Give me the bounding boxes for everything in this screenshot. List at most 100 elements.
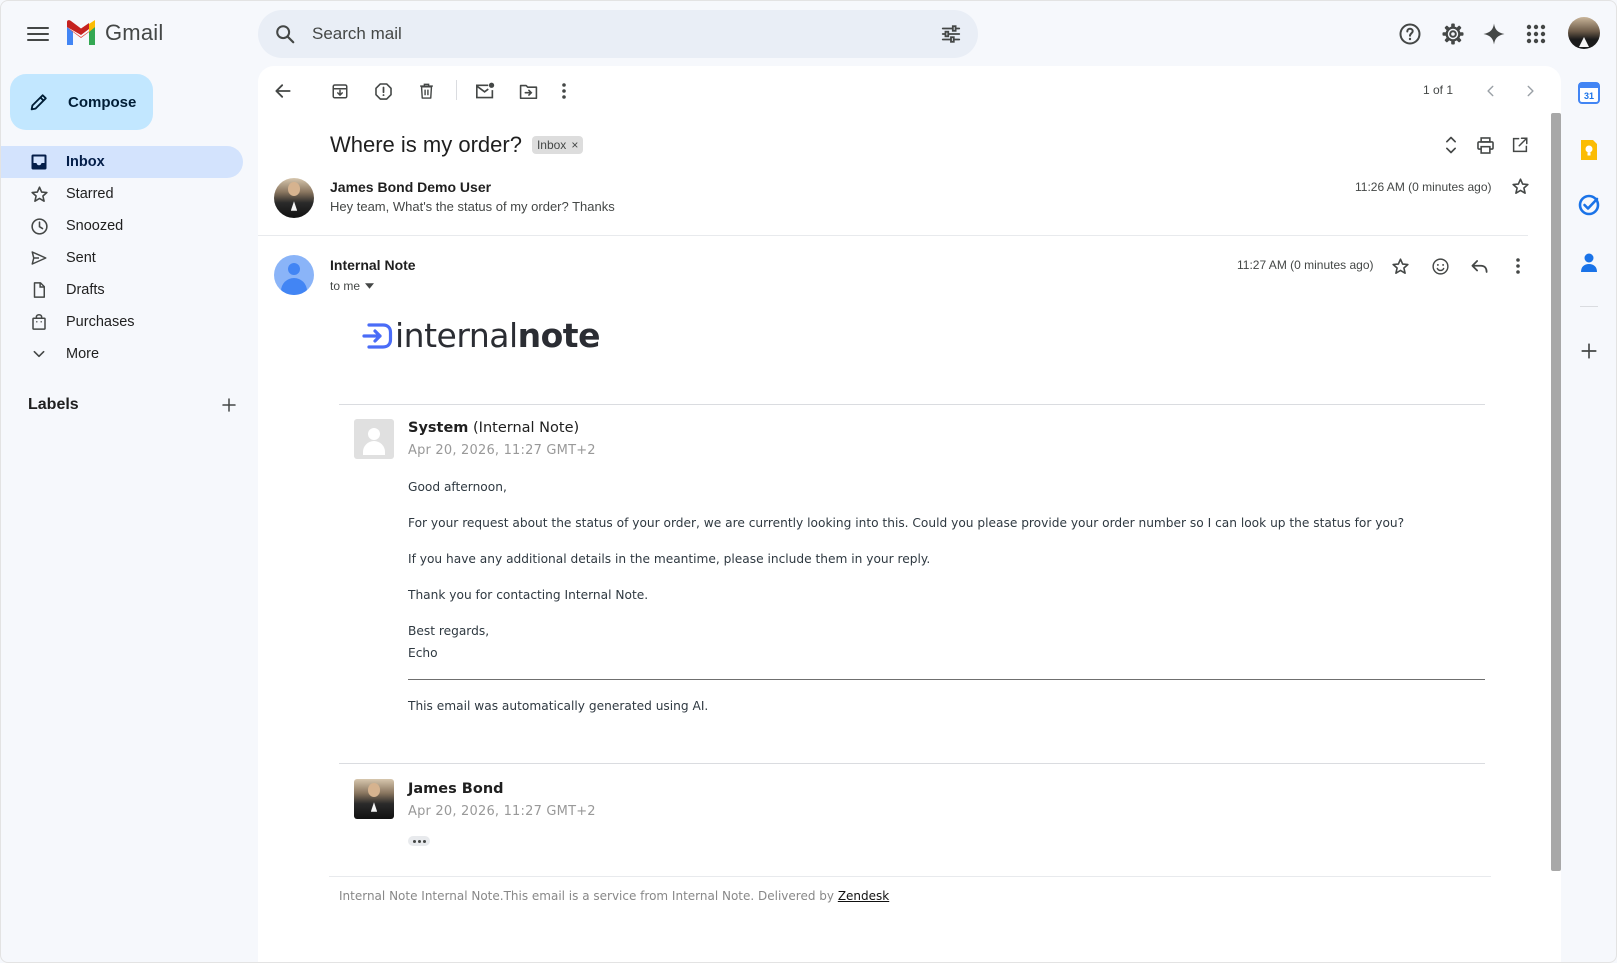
message-time: 11:27 AM (0 minutes ago) bbox=[1237, 258, 1374, 272]
star-icon[interactable] bbox=[1388, 254, 1412, 278]
search-bar[interactable] bbox=[258, 10, 978, 58]
move-to-folder-icon[interactable] bbox=[516, 79, 540, 103]
sidebar-item-label: Purchases bbox=[66, 314, 135, 330]
mark-unread-icon[interactable] bbox=[473, 79, 497, 103]
back-arrow-icon[interactable] bbox=[271, 79, 295, 103]
logo-word-regular: internal bbox=[395, 316, 518, 355]
zendesk-link[interactable]: Zendesk bbox=[838, 889, 889, 903]
ai-notice: This email was automatically generated u… bbox=[408, 699, 709, 713]
toolbar-divider bbox=[456, 80, 457, 100]
sidebar-item-more[interactable]: More bbox=[1, 338, 243, 370]
compose-button[interactable]: Compose bbox=[10, 74, 153, 130]
collapsed-message[interactable]: James Bond Demo User Hey team, What's th… bbox=[258, 174, 1530, 236]
gmail-logo[interactable]: Gmail bbox=[65, 20, 163, 46]
email-body: System (Internal Note) Apr 20, 2026, 11:… bbox=[339, 404, 1485, 846]
reply-card-date: Apr 20, 2026, 11:27 GMT+2 bbox=[408, 804, 596, 819]
scrollbar-thumb[interactable] bbox=[1551, 113, 1561, 871]
thread-subject-row: Where is my order? Inbox × bbox=[330, 132, 584, 158]
labels-section-header: Labels bbox=[28, 396, 238, 414]
sidebar-nav: Inbox Starred Snoozed Sent Drafts Purcha… bbox=[1, 146, 243, 370]
account-avatar[interactable] bbox=[1568, 17, 1600, 49]
dot bbox=[417, 839, 421, 843]
help-icon[interactable] bbox=[1397, 21, 1423, 47]
sidebar-item-label: Sent bbox=[66, 250, 96, 266]
google-contacts-icon[interactable] bbox=[1576, 249, 1602, 275]
email-footer: Internal Note Internal Note.This email i… bbox=[339, 889, 889, 903]
sidebar-item-snoozed[interactable]: Snoozed bbox=[1, 210, 243, 242]
body-paragraph: Thank you for contacting Internal Note. bbox=[408, 588, 649, 602]
footer-prefix: Internal Note Internal Note.This email i… bbox=[339, 889, 838, 903]
gemini-sparkle-icon[interactable] bbox=[1481, 21, 1507, 47]
emoji-reaction-icon[interactable] bbox=[1428, 254, 1452, 278]
more-options-icon[interactable] bbox=[552, 79, 576, 103]
reply-name: James Bond bbox=[408, 781, 504, 797]
system-name-suffix: (Internal Note) bbox=[468, 420, 580, 436]
message-snippet: Hey team, What's the status of my order?… bbox=[330, 199, 615, 214]
reply-card-avatar bbox=[354, 779, 394, 819]
side-panel-divider bbox=[1580, 306, 1598, 307]
sender-avatar bbox=[274, 255, 314, 295]
expand-all-icon[interactable] bbox=[1439, 133, 1463, 157]
search-icon[interactable] bbox=[274, 23, 296, 45]
reply-card-name: James Bond bbox=[408, 781, 504, 797]
internal-note-logo: internalnote bbox=[361, 316, 600, 355]
system-name: System bbox=[408, 420, 469, 436]
clock-icon bbox=[29, 216, 49, 236]
get-add-ons-plus-icon[interactable] bbox=[1576, 338, 1602, 364]
star-icon[interactable] bbox=[1511, 177, 1530, 201]
search-input[interactable] bbox=[312, 20, 872, 48]
top-bar: Gmail bbox=[1, 1, 1616, 65]
sender-avatar bbox=[274, 178, 314, 218]
app-name: Gmail bbox=[105, 20, 164, 45]
sidebar-item-inbox[interactable]: Inbox bbox=[1, 146, 243, 178]
report-spam-icon[interactable] bbox=[371, 79, 395, 103]
pagination-count: 1 of 1 bbox=[1423, 83, 1454, 97]
sidebar-item-drafts[interactable]: Drafts bbox=[1, 274, 243, 306]
search-options-icon[interactable] bbox=[940, 23, 962, 45]
dot bbox=[412, 839, 416, 843]
sidebar-item-label: More bbox=[66, 346, 100, 362]
body-paragraph: Echo bbox=[408, 646, 438, 660]
shopping-bag-icon bbox=[29, 312, 49, 332]
recipient-details-toggle[interactable]: to me bbox=[330, 279, 375, 293]
inbox-label-badge: Inbox × bbox=[531, 136, 584, 154]
main-menu-button[interactable] bbox=[21, 19, 55, 49]
logo-word-bold: note bbox=[517, 316, 601, 355]
avatar-body bbox=[363, 441, 385, 455]
print-icon[interactable] bbox=[1473, 133, 1497, 157]
google-keep-icon[interactable] bbox=[1576, 137, 1602, 163]
sidebar-item-starred[interactable]: Starred bbox=[1, 178, 243, 210]
google-tasks-icon[interactable] bbox=[1576, 192, 1602, 218]
older-chevron-right-icon[interactable] bbox=[1518, 79, 1542, 103]
archive-icon[interactable] bbox=[328, 79, 352, 103]
sidebar-item-label: Starred bbox=[66, 186, 114, 202]
apps-grid-icon[interactable] bbox=[1523, 21, 1549, 47]
draft-icon bbox=[29, 280, 49, 300]
system-card-date: Apr 20, 2026, 11:27 GMT+2 bbox=[408, 443, 596, 458]
caret-down-icon bbox=[365, 283, 375, 289]
sidebar-item-label: Snoozed bbox=[66, 218, 124, 234]
google-calendar-icon[interactable]: 31 bbox=[1576, 80, 1602, 106]
card-divider bbox=[339, 763, 1485, 764]
system-avatar bbox=[354, 419, 394, 459]
add-label-icon[interactable] bbox=[220, 396, 238, 414]
delete-trash-icon[interactable] bbox=[414, 79, 438, 103]
body-paragraph: Good afternoon, bbox=[408, 480, 507, 494]
message-sender: Internal Note bbox=[330, 257, 416, 273]
sidebar-item-purchases[interactable]: Purchases bbox=[1, 306, 243, 338]
menu-line bbox=[27, 39, 49, 41]
sidebar-item-label: Inbox bbox=[66, 154, 105, 170]
gmail-m-icon bbox=[67, 20, 95, 45]
signature-divider bbox=[408, 679, 1485, 680]
message-more-options-icon[interactable] bbox=[1506, 254, 1530, 278]
open-in-new-window-icon[interactable] bbox=[1508, 133, 1532, 157]
sidebar-item-sent[interactable]: Sent bbox=[1, 242, 243, 274]
reply-icon[interactable] bbox=[1467, 254, 1491, 278]
remove-label-close-icon[interactable]: × bbox=[571, 138, 578, 152]
newer-chevron-left-icon[interactable] bbox=[1479, 79, 1503, 103]
settings-gear-icon[interactable] bbox=[1440, 21, 1466, 47]
body-paragraph: If you have any additional details in th… bbox=[408, 552, 931, 566]
logo-wordmark: internalnote bbox=[395, 316, 600, 355]
show-trimmed-content-button[interactable] bbox=[408, 836, 430, 846]
dot bbox=[422, 839, 426, 843]
